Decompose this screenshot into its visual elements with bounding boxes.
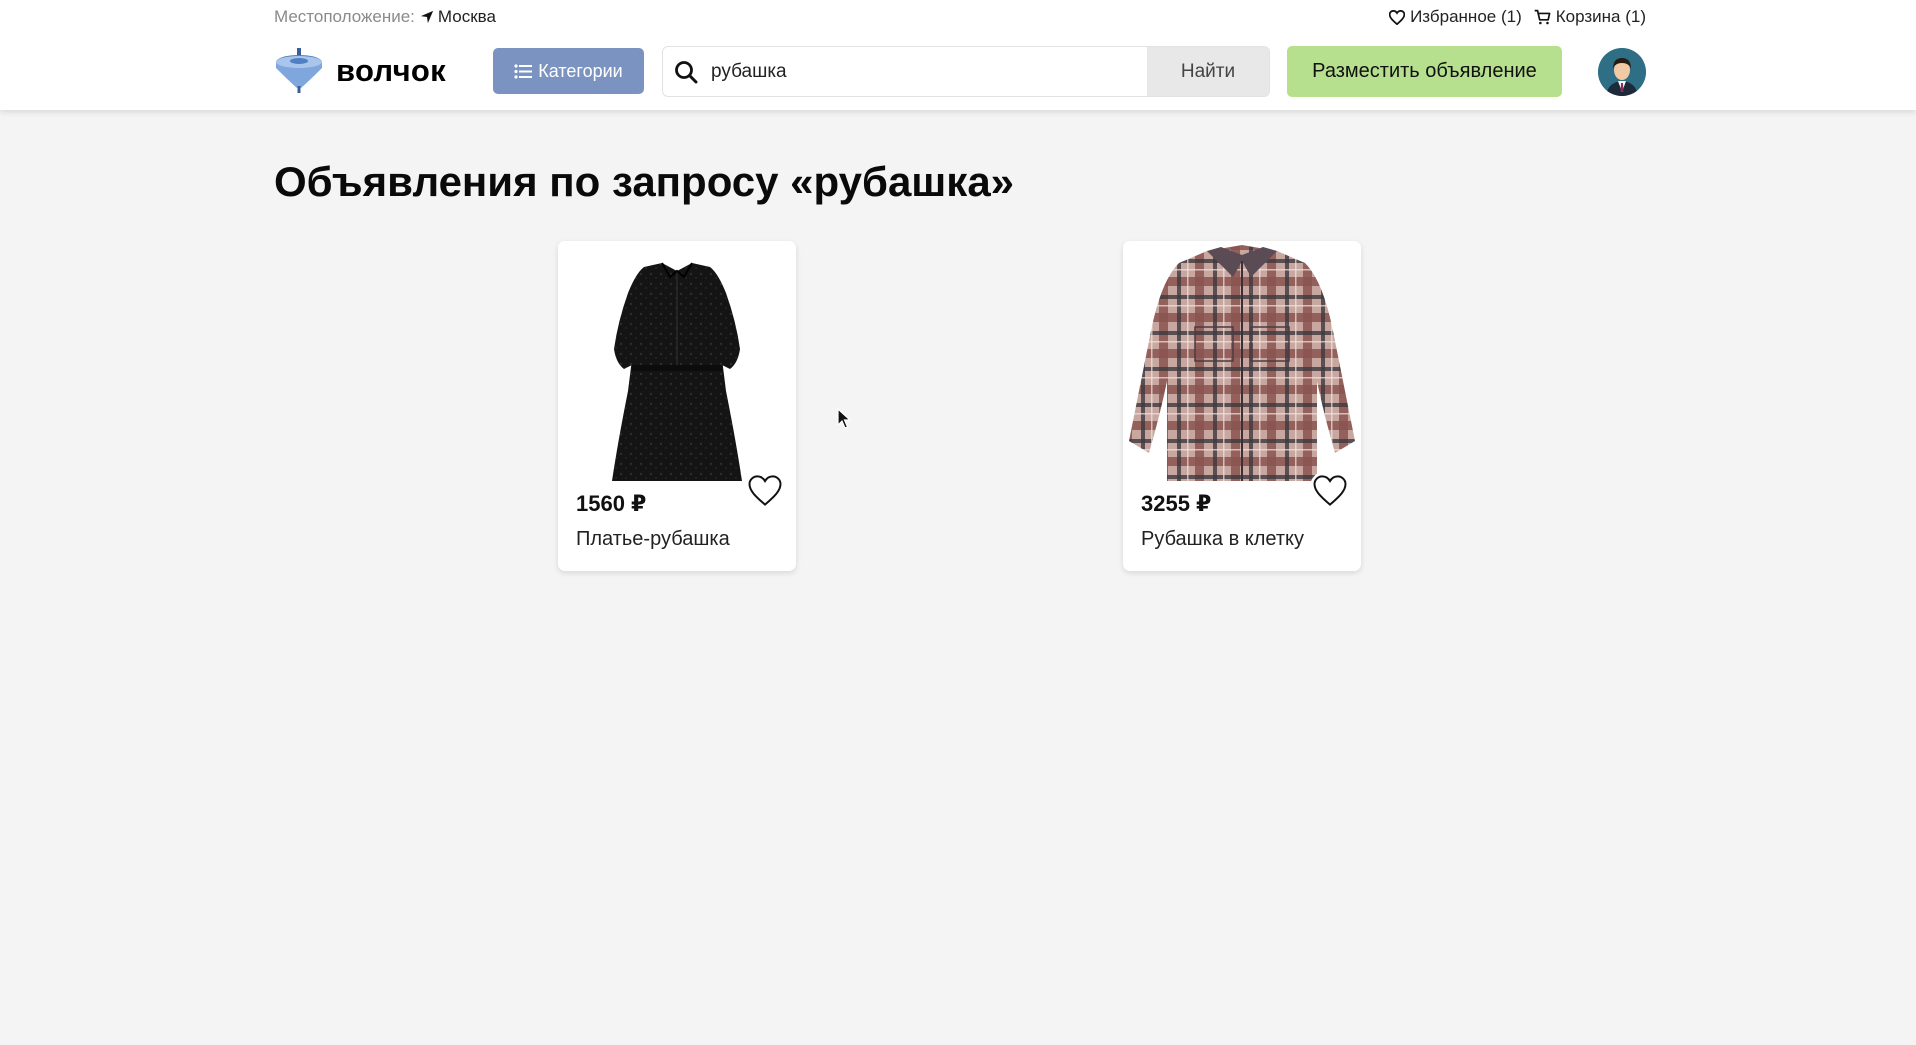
location-city: Москва (437, 7, 496, 26)
listing-title[interactable]: Рубашка в клетку (1141, 528, 1304, 552)
search-button[interactable]: Найти (1147, 47, 1269, 96)
favorites-label: Избранное (1) (1410, 7, 1522, 26)
listing-card[interactable]: 1560 ₽ Платье-рубашка (558, 241, 796, 571)
logo-text: волчок (336, 53, 446, 88)
cart-icon (1534, 9, 1551, 25)
logo[interactable]: волчок (274, 46, 446, 96)
top-links: Избранное (1) Корзина (1) (1389, 7, 1646, 27)
favorites-link[interactable]: Избранное (1) (1389, 7, 1522, 27)
spinning-top-logo-icon (276, 48, 322, 93)
search-input[interactable] (709, 47, 1147, 96)
heart-icon (748, 474, 782, 506)
cart-link[interactable]: Корзина (1) (1534, 7, 1646, 27)
site-header: Местоположение: Москва Избранное (1) Кор… (0, 0, 1916, 110)
avatar[interactable] (1598, 48, 1646, 96)
location: Местоположение: Москва (274, 7, 496, 27)
mouse-cursor-icon (837, 408, 851, 429)
heart-icon (1313, 474, 1347, 506)
listing-image-black-shirt-dress (558, 241, 796, 481)
listing-price: 3255 ₽ (1141, 491, 1212, 516)
location-label: Местоположение: (274, 7, 415, 26)
cart-label: Корзина (1) (1555, 7, 1646, 26)
listing-card[interactable]: 3255 ₽ Рубашка в клетку (1123, 241, 1361, 571)
favorite-button[interactable] (744, 469, 786, 511)
location-city-link[interactable]: Москва (420, 7, 496, 27)
categories-label: Категории (538, 60, 623, 81)
listing-title[interactable]: Платье-рубашка (576, 528, 730, 552)
main-bar: волчок Категории Найти Разместить объявл… (274, 46, 1646, 97)
list-icon (514, 63, 533, 79)
user-avatar-icon (1598, 48, 1646, 96)
post-ad-button[interactable]: Разместить объявление (1287, 46, 1562, 97)
page-title: Объявления по запросу «рубашка» (274, 158, 1015, 205)
top-bar: Местоположение: Москва Избранное (1) Кор… (274, 6, 1646, 28)
navigation-arrow-icon (420, 10, 434, 24)
favorite-button[interactable] (1309, 469, 1351, 511)
search-bar: Найти (662, 46, 1270, 97)
listing-image-plaid-shirt (1123, 241, 1361, 481)
search-icon (663, 47, 709, 96)
listing-price: 1560 ₽ (576, 491, 647, 516)
categories-button[interactable]: Категории (493, 48, 644, 94)
heart-icon (1389, 9, 1406, 25)
